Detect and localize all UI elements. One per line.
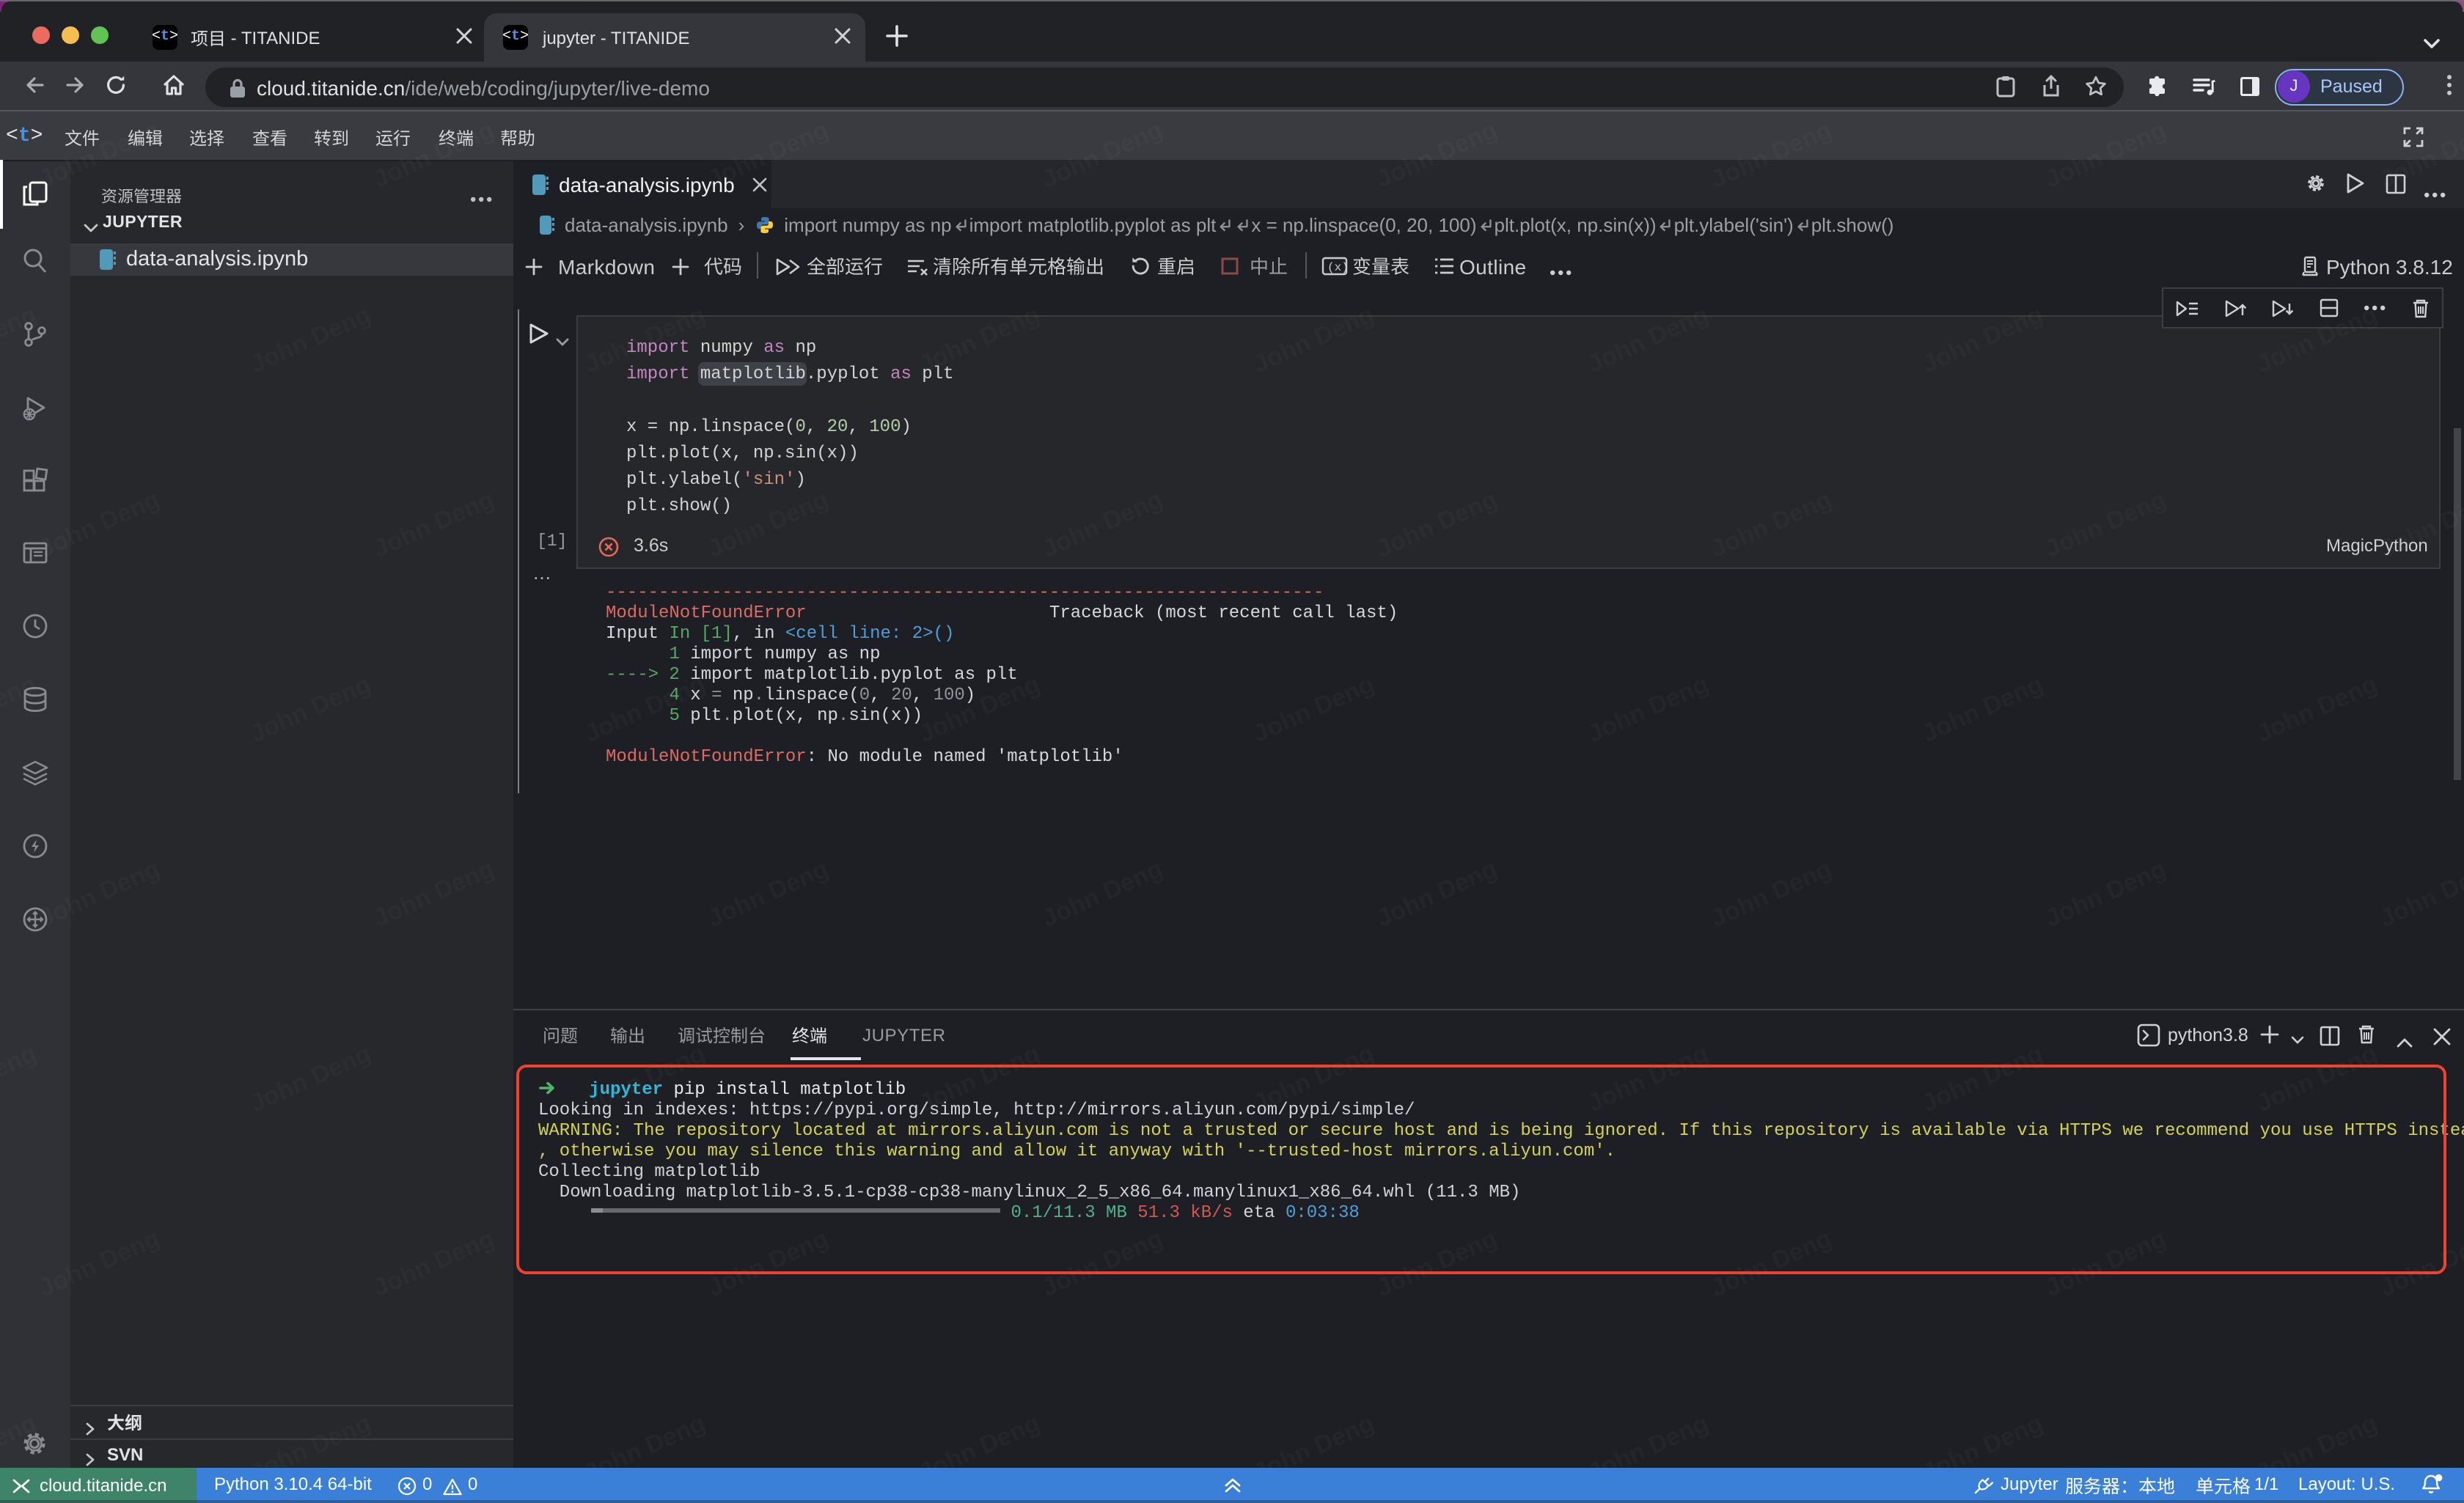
svg-text:(x): (x) — [1327, 261, 1349, 274]
